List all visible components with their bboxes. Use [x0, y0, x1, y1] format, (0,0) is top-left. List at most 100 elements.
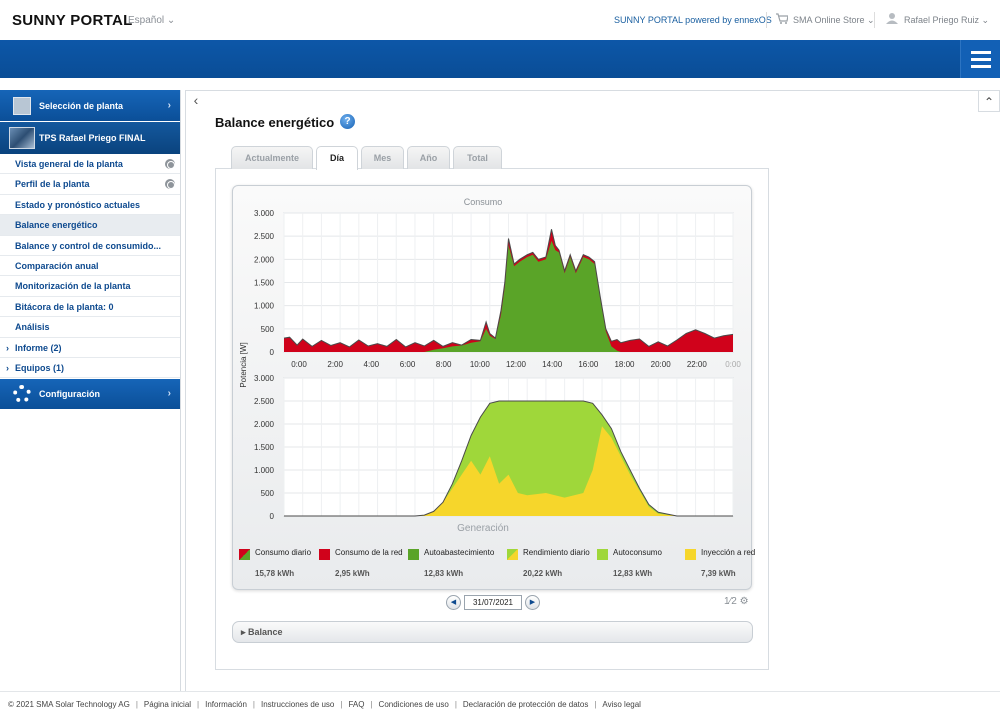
footer-link[interactable]: Aviso legal [602, 700, 641, 709]
legend-label: Inyección a red [701, 548, 756, 557]
y-tick-label: 0 [270, 348, 275, 357]
x-tick-label: 20:00 [651, 360, 672, 369]
date-field[interactable]: 31/07/2021 [464, 595, 522, 610]
top-header: SUNNY PORTAL Español ⌄ SUNNY PORTAL powe… [0, 0, 1000, 40]
consumption-chart-title: Consumo [464, 197, 503, 207]
legend-label: Consumo de la red [335, 548, 403, 557]
sunny-portal-logo[interactable]: SUNNY PORTAL [12, 12, 133, 29]
plant-name: TPS Rafael Priego FINAL [39, 133, 146, 143]
generation-chart-title: Generación [457, 523, 509, 534]
help-icon[interactable]: ? [340, 114, 355, 129]
user-icon [886, 13, 898, 24]
sidebar-item-comparacion[interactable]: Comparación anual [0, 255, 180, 277]
legend-label: Autoabastecimiento [424, 548, 495, 557]
legend-label: Rendimiento diario [523, 548, 590, 557]
x-tick-label: 2:00 [327, 360, 343, 369]
collapse-sidebar-icon[interactable]: ‹ [185, 90, 207, 112]
sidebar-item-bitacora[interactable]: Bitácora de la planta: 0 [0, 296, 180, 318]
chart-tools-icon[interactable]: 1⁄2 ⚙ [724, 596, 749, 607]
legend-value: 2,95 kWh [335, 569, 370, 578]
tab-total[interactable]: Total [453, 146, 502, 169]
sidebar-item-label: Balance energético [15, 220, 98, 231]
legend-label: Consumo diario [255, 548, 312, 557]
user-menu[interactable]: Rafael Priego Ruiz ⌄ [904, 15, 989, 26]
legend-swatch [408, 549, 419, 560]
sidebar-item-label: Perfil de la planta [15, 179, 90, 190]
chevron-right-icon: › [6, 342, 9, 353]
balance-accordion[interactable]: ▸ Balance [232, 621, 753, 643]
footer-separator: | [340, 700, 343, 709]
balance-label: Balance [248, 627, 283, 637]
scroll-up-icon[interactable]: ⌃ [978, 90, 1000, 112]
sidebar-item-label: Monitorización de la planta [15, 281, 131, 292]
sidebar-item-balance-control[interactable]: Balance y control de consumido... [0, 235, 180, 256]
x-tick-label: 0:00 [725, 360, 741, 369]
y-tick-label: 3.000 [254, 209, 275, 218]
tab-actualmente[interactable]: Actualmente [231, 146, 313, 169]
y-tick-label: 2.000 [254, 420, 275, 429]
sidebar-item-label: Bitácora de la planta: 0 [15, 301, 114, 312]
plant-selection-button[interactable]: Selección de planta › [0, 90, 180, 122]
menu-icon[interactable] [960, 40, 1000, 78]
chevron-right-icon: › [167, 388, 171, 400]
legend-swatch [507, 549, 518, 560]
x-tick-label: 0:00 [291, 360, 307, 369]
legend-value: 20,22 kWh [523, 569, 563, 578]
chart-legend: Consumo diario 15,78 kWh Consumo de la red… [236, 545, 755, 583]
configuration-label: Configuración [39, 389, 100, 400]
sidebar-item-equipos[interactable]: › Equipos (1) [0, 357, 180, 379]
x-tick-label: 8:00 [436, 360, 452, 369]
globe-icon [165, 159, 175, 169]
sidebar-item-label: Informe (2) [15, 342, 62, 353]
tab-mes[interactable]: Mes [361, 146, 404, 169]
footer-separator: | [252, 700, 255, 709]
x-tick-label: 18:00 [614, 360, 635, 369]
footer-separator: | [135, 700, 138, 709]
footer-link[interactable]: FAQ [348, 700, 364, 709]
header-divider [766, 12, 767, 28]
next-day-button[interactable]: ▶ [525, 595, 540, 610]
sidebar-item-label: Vista general de la planta [15, 159, 123, 169]
footer-link[interactable]: Declaración de protección de datos [463, 700, 588, 709]
x-tick-label: 22:00 [687, 360, 708, 369]
legend-value: 15,78 kWh [255, 569, 295, 578]
sidebar-item-label: Equipos (1) [15, 362, 64, 373]
footer-link[interactable]: Condiciones de uso [379, 700, 449, 709]
x-tick-label: 6:00 [400, 360, 416, 369]
copyright-text: © 2021 SMA Solar Technology AG [8, 700, 130, 709]
powered-by-link[interactable]: SUNNY PORTAL powered by ennexOS [614, 15, 772, 25]
footer-separator: | [370, 700, 373, 709]
configuration-button[interactable]: Configuración › [0, 379, 180, 410]
sidebar-item-analisis[interactable]: Análisis [0, 317, 180, 338]
chevron-right-icon: › [6, 362, 9, 373]
blue-navigation-band [0, 40, 1000, 78]
tab-ano[interactable]: Año [407, 146, 450, 169]
online-store-link[interactable]: SMA Online Store ⌄ [793, 15, 875, 26]
plant-selection-icon [13, 97, 31, 115]
footer-link[interactable]: Página inicial [144, 700, 191, 709]
sidebar-item-vista-general[interactable]: Vista general de la planta [0, 154, 180, 175]
footer: © 2021 SMA Solar Technology AG | Página in… [0, 691, 1000, 716]
footer-separator: | [454, 700, 457, 709]
sidebar-item-estado[interactable]: Estado y pronóstico actuales [0, 194, 180, 216]
y-tick-label: 1.000 [254, 466, 275, 475]
sidebar-item-informe[interactable]: › Informe (2) [0, 337, 180, 358]
gear-icon [13, 385, 31, 404]
y-tick-label: 500 [261, 489, 275, 498]
y-axis-label: Potencia [W] [239, 342, 248, 387]
plant-selection-label: Selección de planta [39, 101, 124, 111]
footer-link[interactable]: Instrucciones de uso [261, 700, 334, 709]
language-selector[interactable]: Español ⌄ [128, 15, 175, 26]
sidebar-item-monitorizacion[interactable]: Monitorización de la planta [0, 276, 180, 297]
header-divider [874, 12, 875, 28]
tab-dia[interactable]: Día [316, 146, 358, 170]
sidebar-item-balance-energetico[interactable]: Balance energético [0, 215, 180, 236]
sidebar-item-perfil[interactable]: Perfil de la planta [0, 174, 180, 195]
sidebar-item-label: Análisis [15, 322, 50, 333]
sidebar-item-label: Estado y pronóstico actuales [15, 199, 141, 210]
footer-separator: | [197, 700, 200, 709]
sidebar-item-label: Comparación anual [15, 260, 99, 271]
x-tick-label: 10:00 [470, 360, 491, 369]
footer-link[interactable]: Información [205, 700, 247, 709]
previous-day-button[interactable]: ◀ [446, 595, 461, 610]
